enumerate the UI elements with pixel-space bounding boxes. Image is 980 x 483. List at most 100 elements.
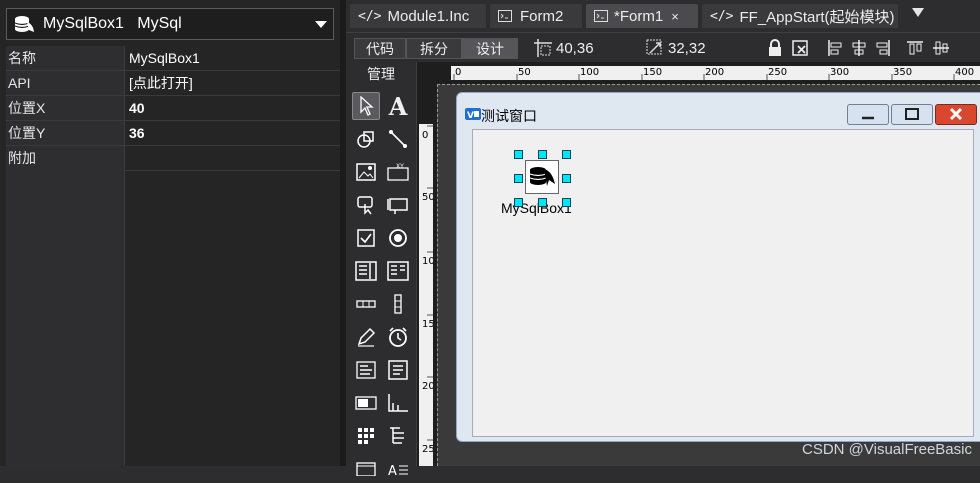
mode-split-button[interactable]: 拆分 — [406, 38, 462, 59]
property-panel: MySqlBox1 MySql 名称 MySqlBox1 API [点此打开] … — [0, 0, 340, 466]
design-surface: 0 50 100 150 200 250 300 350 400 0 50 10… — [417, 62, 980, 466]
property-name: 位置X — [6, 96, 125, 120]
shape-tool-icon[interactable] — [352, 125, 380, 153]
textbox-tool-icon[interactable] — [384, 356, 412, 384]
form-icon — [594, 10, 608, 22]
property-row-x[interactable]: 位置X 40 — [6, 96, 340, 121]
mysql-component-icon[interactable] — [525, 160, 559, 194]
mode-code-button[interactable]: 代码 — [354, 38, 406, 59]
property-value[interactable]: [点此打开] — [125, 71, 193, 95]
property-value[interactable]: 36 — [125, 121, 145, 145]
database-icon — [14, 16, 34, 32]
grid-tool-icon[interactable] — [352, 422, 380, 450]
close-button[interactable] — [935, 104, 977, 125]
font-tool-icon[interactable]: A — [384, 455, 412, 483]
property-row-name[interactable]: 名称 MySqlBox1 — [6, 46, 340, 71]
pen-tool-icon[interactable] — [352, 323, 380, 351]
ruler-tick: 200 — [705, 67, 724, 78]
property-value[interactable]: MySqlBox1 — [125, 46, 200, 70]
ruler-tick: 200 — [422, 381, 433, 392]
ruler-left: 0 50 100 150 200 250 — [419, 124, 433, 466]
property-name: 附加 — [6, 146, 125, 170]
size-icon — [646, 39, 662, 55]
tab-ff-appstart[interactable]: </> FF_AppStart(起始模块) — [702, 4, 898, 28]
tab-form2[interactable]: Form2 — [490, 4, 582, 28]
ruler-tick: 350 — [893, 67, 912, 78]
delete-icon[interactable] — [792, 39, 810, 57]
toolbox-panel: 管理 A XY A — [346, 62, 417, 476]
align-right-icon[interactable] — [874, 39, 892, 57]
watermark: CSDN @VisualFreeBasic — [801, 441, 972, 458]
property-name: 位置Y — [6, 121, 125, 145]
object-selector[interactable]: MySqlBox1 MySql — [6, 8, 334, 40]
ruler-tick: 400 — [955, 67, 974, 78]
form-client-area[interactable]: MySqlBox1 — [472, 129, 974, 437]
property-value[interactable]: 40 — [125, 96, 145, 120]
mode-design-button[interactable]: 设计 — [462, 38, 518, 59]
imagebox-tool-icon[interactable]: XY — [384, 158, 412, 186]
line-tool-icon[interactable] — [384, 125, 412, 153]
listview-tool-icon[interactable] — [384, 257, 412, 285]
listbox-tool-icon[interactable] — [352, 257, 380, 285]
resize-handle[interactable] — [562, 150, 571, 159]
align-left-icon[interactable] — [826, 39, 844, 57]
maximize-button[interactable] — [891, 104, 933, 125]
tab-overflow-icon[interactable] — [912, 8, 924, 17]
toolbox-title: 管理 — [367, 66, 395, 82]
image-tool-icon[interactable] — [352, 158, 380, 186]
align-center-icon[interactable] — [850, 39, 868, 57]
ruler-tick: 150 — [643, 67, 662, 78]
label-tool-icon[interactable]: A — [384, 92, 412, 121]
tab-form1[interactable]: *Form1 × — [586, 4, 698, 28]
ruler-tick: 250 — [768, 67, 787, 78]
code-icon: </> — [358, 8, 382, 24]
richtext-tool-icon[interactable] — [352, 356, 380, 384]
ruler-tick: 50 — [518, 67, 531, 78]
close-icon[interactable]: × — [671, 9, 679, 24]
designer-toolbar: 代码 拆分 设计 40,36 32,32 — [346, 32, 980, 63]
vscroll-tool-icon[interactable] — [384, 290, 412, 318]
hscroll-tool-icon[interactable] — [352, 290, 380, 318]
ruler-tick: 150 — [422, 319, 433, 330]
align-middle-icon[interactable] — [932, 39, 950, 57]
timer-tool-icon[interactable] — [384, 323, 412, 351]
object-selector-value: MySqlBox1 MySql — [43, 15, 182, 32]
pointer-tool-icon[interactable] — [352, 92, 380, 120]
calendar-tool-icon[interactable] — [352, 455, 380, 483]
lock-icon[interactable] — [766, 39, 784, 57]
resize-handle[interactable] — [538, 198, 547, 207]
resize-handle[interactable] — [538, 150, 547, 159]
property-grid-empty-area — [6, 170, 125, 466]
form-icon — [498, 10, 512, 22]
tab-module1[interactable]: </> Module1.Inc — [350, 4, 486, 28]
property-value[interactable] — [125, 146, 129, 170]
align-top-icon[interactable] — [906, 39, 924, 57]
minimize-button[interactable] — [847, 104, 889, 125]
svg-text:XY: XY — [396, 163, 404, 170]
resize-handle[interactable] — [562, 174, 571, 183]
form-window[interactable]: V 测试窗口 MySqlBox1 — [456, 92, 980, 442]
property-name: 名称 — [6, 46, 125, 70]
checkbox-tool-icon[interactable] — [352, 224, 380, 252]
form-canvas[interactable]: V 测试窗口 MySqlBox1 — [437, 84, 980, 466]
resize-handle[interactable] — [514, 198, 523, 207]
property-row-tag[interactable]: 附加 — [6, 146, 340, 171]
property-name: API — [6, 71, 125, 95]
resize-handle[interactable] — [514, 150, 523, 159]
property-row-api[interactable]: API [点此打开] — [6, 71, 340, 96]
frame-tool-icon[interactable] — [384, 191, 412, 219]
code-icon: </> — [710, 8, 734, 24]
chevron-down-icon[interactable] — [315, 21, 327, 28]
tab-label: Module1.Inc — [387, 7, 470, 25]
button-tool-icon[interactable] — [352, 191, 380, 219]
progress-tool-icon[interactable] — [352, 389, 380, 417]
radio-tool-icon[interactable] — [384, 224, 412, 252]
property-row-y[interactable]: 位置Y 36 — [6, 121, 340, 146]
treeview-tool-icon[interactable] — [384, 422, 412, 450]
resize-handle[interactable] — [514, 174, 523, 183]
app-icon: V — [465, 108, 481, 120]
ruler-tick: 300 — [830, 67, 849, 78]
ruler-tick: 100 — [580, 67, 599, 78]
chart-tool-icon[interactable] — [384, 389, 412, 417]
resize-handle[interactable] — [562, 198, 571, 207]
